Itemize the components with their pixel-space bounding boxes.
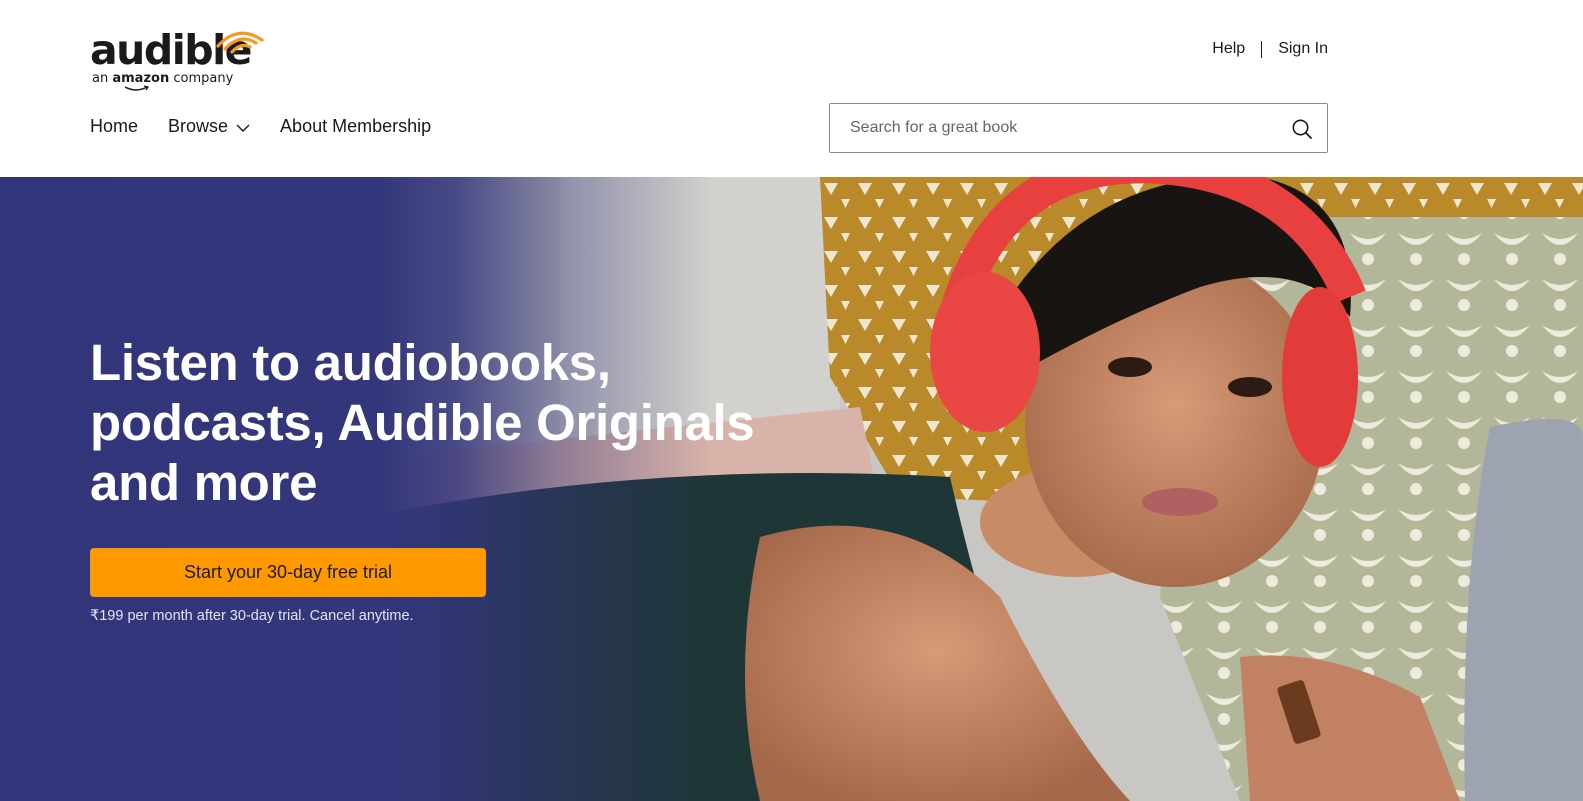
help-link[interactable]: Help: [1212, 40, 1245, 58]
logo-sub-brand: amazon: [112, 71, 170, 86]
sign-in-link[interactable]: Sign In: [1278, 40, 1328, 58]
nav-browse-label: Browse: [168, 116, 229, 136]
account-links: Help Sign In: [1212, 40, 1328, 58]
hero-title-text: Listen to audiobooks, podcasts, Audible O…: [90, 333, 770, 513]
hero-title-line: podcasts, Audible Originals: [90, 394, 755, 451]
logo-sub-prefix: an: [92, 71, 109, 86]
free-trial-button[interactable]: Start your 30-day free trial: [90, 548, 486, 597]
pricing-note: ₹199 per month after 30-day trial. Cance…: [90, 608, 414, 624]
search-bar: [829, 103, 1328, 153]
site-header: audible an amazon company Help Sign In H…: [0, 0, 1583, 177]
signal-waves-icon: [216, 31, 264, 54]
audible-logo[interactable]: audible an amazon company: [90, 22, 270, 92]
search-icon[interactable]: [1291, 118, 1313, 140]
nav-about-label: About Membership: [280, 116, 432, 136]
hero-title-line: Listen to audiobooks,: [90, 334, 611, 391]
amazon-smile-icon: [124, 85, 150, 91]
hero-banner: Listen to audiobooks, podcasts, Audible O…: [0, 177, 1583, 801]
chevron-down-icon: [236, 124, 250, 132]
link-divider: [1261, 40, 1263, 58]
logo-sub-suffix: company: [173, 71, 234, 86]
nav-home-label: Home: [90, 116, 139, 136]
hero-title-line: and more: [90, 454, 318, 511]
nav-about-membership[interactable]: About Membership: [280, 116, 431, 137]
logo-subline: an amazon company: [92, 71, 233, 86]
nav-home[interactable]: Home: [90, 116, 138, 137]
main-nav: Home Browse About Membership: [90, 116, 461, 137]
search-input[interactable]: [830, 105, 1270, 151]
nav-browse[interactable]: Browse: [168, 116, 250, 137]
hero-title: Listen to audiobooks, podcasts, Audible O…: [90, 333, 770, 513]
hero-content: Listen to audiobooks, podcasts, Audible O…: [90, 333, 770, 624]
